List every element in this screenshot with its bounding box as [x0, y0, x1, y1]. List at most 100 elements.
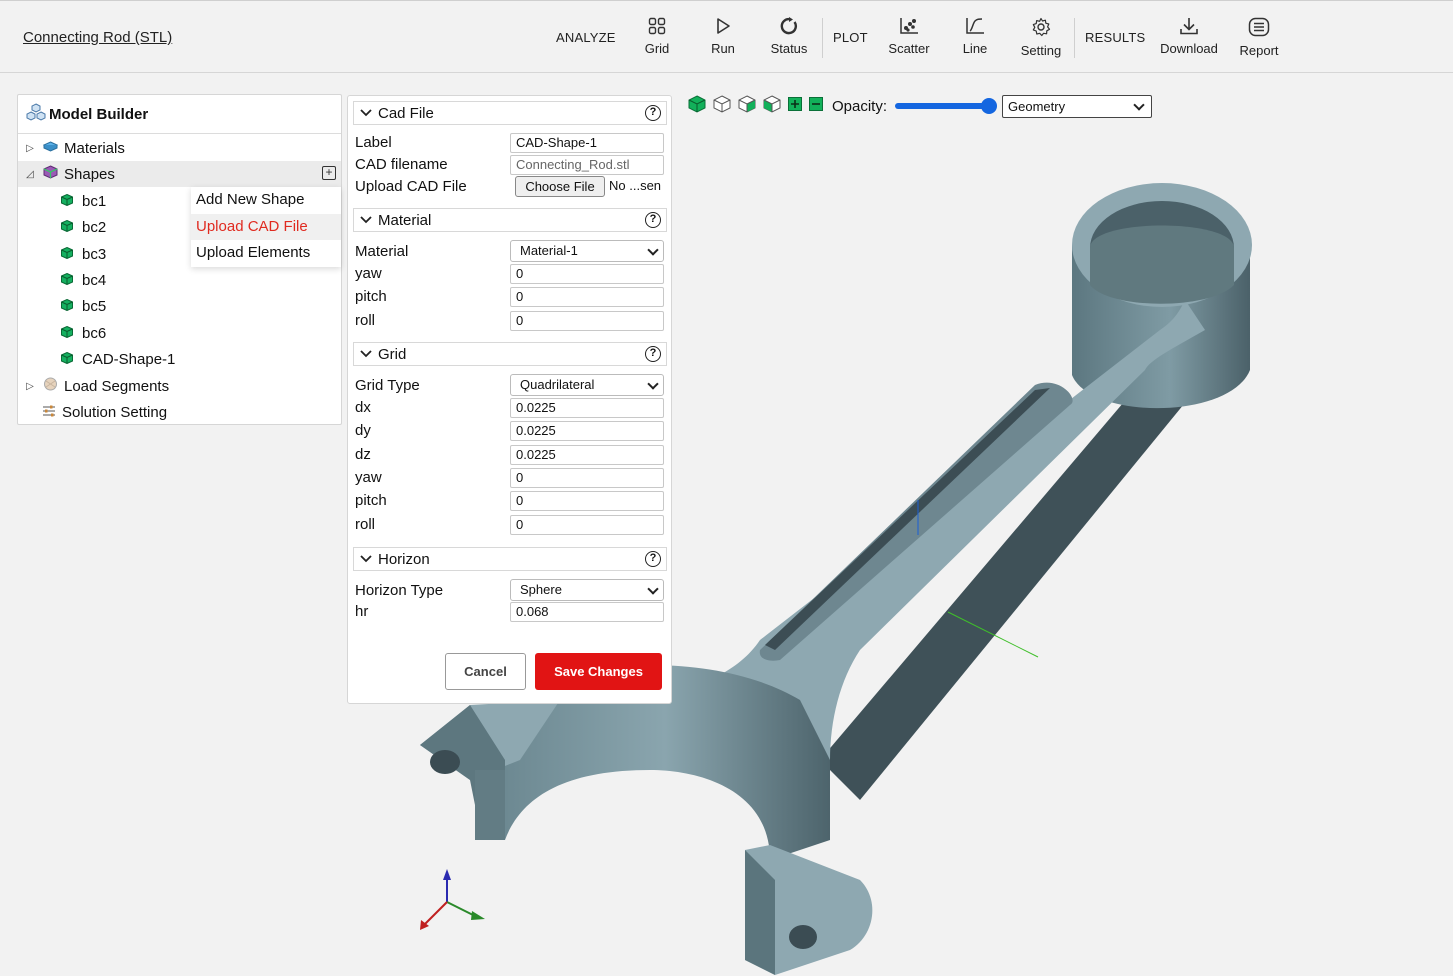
field-label: Material	[355, 243, 409, 260]
report-button[interactable]: Report	[1229, 17, 1289, 58]
zoom-in-icon[interactable]	[788, 97, 802, 115]
material-select[interactable]: Material-1	[510, 240, 664, 262]
status-label: Status	[770, 41, 808, 56]
cad-label-input[interactable]: CAD-Shape-1	[510, 133, 664, 153]
material-roll-row: roll 0	[355, 311, 665, 331]
zoom-out-icon[interactable]	[809, 97, 823, 115]
grid-roll-input[interactable]: 0	[510, 515, 664, 535]
top-toolbar: Connecting Rod (STL) ANALYZE Grid Run St…	[0, 0, 1453, 73]
line-button[interactable]: Line	[945, 17, 1005, 56]
toolbar-divider	[822, 18, 823, 58]
help-icon[interactable]: ?	[645, 551, 661, 567]
material-row: Material Material-1	[355, 240, 665, 262]
field-label: yaw	[355, 469, 382, 486]
grid-type-row: Grid Type Quadrilateral	[355, 374, 665, 396]
save-changes-button[interactable]: Save Changes	[535, 653, 662, 690]
cad-file-section-header[interactable]: Cad File ?	[353, 101, 667, 125]
grid-dz-input[interactable]: 0.0225	[510, 445, 664, 465]
grid-button[interactable]: Grid	[627, 17, 687, 56]
run-label: Run	[711, 41, 735, 56]
field-label: pitch	[355, 492, 387, 509]
field-label: Grid Type	[355, 377, 420, 394]
cad-filename-input: Connecting_Rod.stl	[510, 155, 664, 175]
gear-icon	[1032, 17, 1051, 37]
material-section-header[interactable]: Material ?	[353, 208, 667, 232]
grid-section-header[interactable]: Grid ?	[353, 342, 667, 366]
grid-dx-row: dx 0.0225	[355, 398, 665, 418]
grid-dx-input[interactable]: 0.0225	[510, 398, 664, 418]
shapes-context-menu: Add New Shape Upload CAD File Upload Ele…	[191, 187, 341, 267]
field-label: roll	[355, 312, 376, 329]
scatter-button[interactable]: Scatter	[879, 17, 939, 56]
refresh-icon	[780, 17, 798, 35]
field-label: Label	[355, 134, 392, 151]
grid-type-select[interactable]: Quadrilateral	[510, 374, 664, 396]
material-roll-input[interactable]: 0	[510, 311, 664, 331]
chevron-down-icon	[360, 350, 372, 358]
choose-file-button[interactable]: Choose File	[515, 176, 605, 197]
scatter-icon	[900, 18, 918, 34]
plot-section-label: PLOT	[833, 30, 868, 45]
chevron-down-icon	[360, 109, 372, 117]
menu-item-add-new-shape[interactable]: Add New Shape	[191, 187, 341, 214]
menu-item-upload-cad-file[interactable]: Upload CAD File	[191, 213, 341, 240]
view-mode-select[interactable]: Geometry	[1002, 95, 1152, 118]
field-label: Horizon Type	[355, 582, 444, 599]
download-label: Download	[1160, 41, 1218, 56]
side-cube-icon[interactable]	[763, 95, 781, 117]
grid-yaw-input[interactable]: 0	[510, 468, 664, 488]
opacity-slider[interactable]	[895, 98, 998, 114]
no-file-text: No ...sen	[609, 178, 662, 193]
help-icon[interactable]: ?	[645, 346, 661, 362]
grid-pitch-input[interactable]: 0	[510, 491, 664, 511]
menu-item-upload-elements[interactable]: Upload Elements	[191, 240, 341, 267]
horizon-hr-row: hr 0.068	[355, 602, 665, 622]
field-label: dy	[355, 422, 371, 439]
grid-dy-input[interactable]: 0.0225	[510, 421, 664, 441]
horizon-type-row: Horizon Type Sphere	[355, 579, 665, 601]
opacity-label: Opacity:	[832, 97, 888, 115]
grid-dz-row: dz 0.0225	[355, 445, 665, 465]
shape-properties-panel: Cad File ? Label CAD-Shape-1 CAD filenam…	[347, 95, 672, 704]
orientation-axes-triad	[420, 869, 485, 930]
wireframe-cube-icon[interactable]	[713, 95, 731, 117]
results-section-label: RESULTS	[1085, 30, 1146, 45]
horizon-section-header[interactable]: Horizon ?	[353, 547, 667, 571]
chevron-down-icon	[360, 555, 372, 563]
toolbar-divider	[1074, 18, 1075, 58]
help-icon[interactable]: ?	[645, 212, 661, 228]
field-label: dz	[355, 446, 371, 463]
line-chart-icon	[966, 18, 984, 34]
analyze-section-label: ANALYZE	[556, 30, 616, 45]
download-icon	[1180, 18, 1198, 35]
opacity-slider-thumb[interactable]	[981, 98, 998, 114]
download-button[interactable]: Download	[1159, 17, 1219, 56]
material-yaw-input[interactable]: 0	[510, 264, 664, 284]
grid-roll-row: roll 0	[355, 515, 665, 535]
grid-yaw-row: yaw 0	[355, 468, 665, 488]
line-label: Line	[962, 41, 988, 56]
file-input[interactable]: Choose File No ...sen	[510, 175, 664, 199]
cancel-button[interactable]: Cancel	[445, 653, 526, 690]
play-icon	[717, 18, 730, 34]
section-title: Material	[378, 211, 432, 229]
solid-cube-icon[interactable]	[688, 95, 706, 117]
viewer-controls: Opacity:	[688, 94, 998, 118]
grid-label: Grid	[644, 41, 670, 56]
cad-label-row: Label CAD-Shape-1	[355, 133, 665, 153]
material-pitch-input[interactable]: 0	[510, 287, 664, 307]
chevron-down-icon	[360, 216, 372, 224]
app-title-link[interactable]: Connecting Rod (STL)	[23, 29, 172, 46]
help-icon[interactable]: ?	[645, 105, 661, 121]
half-cube-icon[interactable]	[738, 95, 756, 117]
field-label: pitch	[355, 288, 387, 305]
horizon-type-select[interactable]: Sphere	[510, 579, 664, 601]
section-title: Cad File	[378, 104, 434, 122]
setting-button[interactable]: Setting	[1011, 17, 1071, 58]
field-label: dx	[355, 399, 371, 416]
status-button[interactable]: Status	[759, 17, 819, 56]
horizon-hr-input[interactable]: 0.068	[510, 602, 664, 622]
upload-cad-row: Upload CAD File Choose File No ...sen	[355, 175, 665, 199]
section-title: Horizon	[378, 550, 430, 568]
run-button[interactable]: Run	[693, 17, 753, 56]
